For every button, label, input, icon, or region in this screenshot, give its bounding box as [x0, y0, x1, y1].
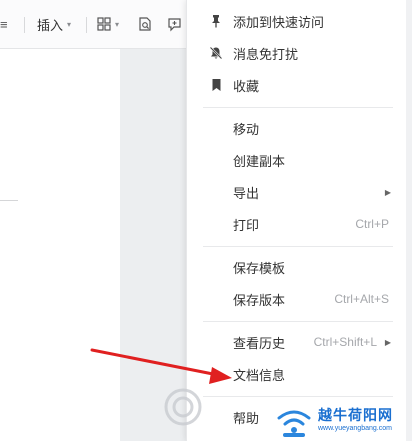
- menu-item-view-history[interactable]: 查看历史 Ctrl+Shift+L ▶: [187, 326, 407, 358]
- menu-item-favorite[interactable]: 收藏: [187, 69, 407, 101]
- menu-item-mute[interactable]: 消息免打扰: [187, 37, 407, 69]
- menu-item-save-version[interactable]: 保存版本 Ctrl+Alt+S: [187, 283, 407, 315]
- bookmark-icon: [209, 78, 223, 92]
- menu-item-label: 导出: [233, 185, 260, 201]
- more-options-menu: 添加到快速访问 消息免打扰 收藏 移动 创建副本 导出 ▶ 打印 Ctrl+P …: [186, 0, 407, 441]
- menu-item-create-copy[interactable]: 创建副本: [187, 144, 407, 176]
- document-search-icon: [139, 16, 151, 31]
- menu-item-label: 文档信息: [233, 367, 286, 383]
- toolbar-overflow-button[interactable]: ≡: [0, 0, 8, 48]
- menu-item-shortcut: Ctrl+Shift+L: [313, 335, 377, 349]
- chevron-right-icon: ▶: [384, 187, 391, 197]
- insert-menu-button[interactable]: 插入 ▾: [37, 0, 71, 48]
- menu-divider: [203, 107, 393, 108]
- menu-item-label: 移动: [233, 121, 260, 137]
- grid-icon: [97, 17, 111, 31]
- find-button[interactable]: [138, 0, 153, 48]
- comment-button[interactable]: [167, 0, 182, 48]
- pin-icon: [209, 14, 223, 28]
- table-insert-button[interactable]: ▾: [97, 0, 119, 48]
- list-icon: ≡: [0, 16, 8, 32]
- chevron-down-icon: ▾: [67, 19, 72, 29]
- document-page[interactable]: [0, 49, 120, 441]
- menu-divider: [203, 321, 393, 322]
- menu-item-label: 创建副本: [233, 153, 286, 169]
- insert-label: 插入: [37, 17, 64, 33]
- toolbar-divider: [24, 17, 25, 33]
- bell-off-icon: [209, 46, 223, 60]
- menu-item-label: 查看历史: [233, 335, 286, 351]
- scrollbar-track: [406, 0, 412, 441]
- chevron-down-icon: ▾: [115, 19, 120, 29]
- menu-item-help[interactable]: 帮助: [187, 401, 407, 433]
- menu-divider: [203, 246, 393, 247]
- menu-item-add-quick-access[interactable]: 添加到快速访问: [187, 5, 407, 37]
- menu-item-shortcut: Ctrl+Alt+S: [334, 292, 389, 306]
- comment-add-icon: [168, 17, 181, 31]
- menu-item-label: 消息免打扰: [233, 46, 299, 62]
- menu-item-move[interactable]: 移动: [187, 112, 407, 144]
- menu-item-document-info[interactable]: 文档信息: [187, 358, 407, 390]
- chevron-right-icon: ▶: [384, 337, 391, 347]
- menu-item-print[interactable]: 打印 Ctrl+P: [187, 208, 407, 240]
- menu-item-label: 保存模板: [233, 260, 286, 276]
- menu-item-label: 保存版本: [233, 292, 286, 308]
- menu-divider: [203, 396, 393, 397]
- menu-item-label: 添加到快速访问: [233, 14, 325, 30]
- toolbar-divider: [86, 17, 87, 33]
- menu-item-shortcut: Ctrl+P: [355, 217, 389, 231]
- menu-item-save-template[interactable]: 保存模板: [187, 251, 407, 283]
- menu-item-export[interactable]: 导出 ▶: [187, 176, 407, 208]
- menu-item-label: 打印: [233, 217, 260, 233]
- page-margin-mark: [0, 200, 18, 201]
- document-background: [120, 49, 186, 441]
- menu-item-label: 帮助: [233, 410, 260, 426]
- menu-item-label: 收藏: [233, 78, 260, 94]
